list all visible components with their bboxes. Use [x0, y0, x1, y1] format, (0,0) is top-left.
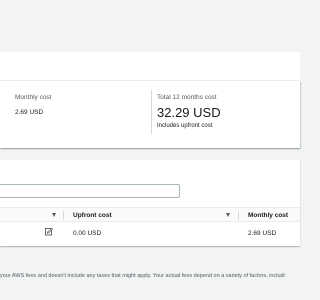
monthly-cost-section: Monthly cost 2.69 USD: [15, 93, 52, 117]
monthly-cost-cell: 2.69 USD: [248, 230, 277, 237]
column-header-monthly-cost[interactable]: Monthly cost: [248, 211, 288, 220]
monthly-cost-label: Monthly cost: [15, 94, 52, 101]
pricing-disclaimer: your AWS fees and doesn't include any ta…: [0, 273, 285, 279]
sort-caret-down-icon[interactable]: [52, 213, 56, 217]
table-row: 0.00 USD 2.69 USD: [0, 222, 300, 244]
total-cost-label: Total 12 months cost: [157, 94, 217, 101]
total-cost-note: Includes upfront cost: [157, 123, 213, 129]
total-cost-value: 32.29 USD: [157, 105, 221, 120]
upfront-cost-cell: 0.00 USD: [73, 230, 102, 237]
total-cost-section: Total 12 months cost 32.29 USD Includes …: [157, 93, 221, 130]
summary-header-band: [0, 52, 300, 81]
column-divider: [151, 90, 152, 134]
column-header-upfront-cost[interactable]: Upfront cost: [73, 211, 112, 220]
filter-input[interactable]: [0, 184, 180, 198]
edit-icon[interactable]: [45, 228, 53, 236]
sort-caret-down-icon[interactable]: [226, 213, 230, 217]
estimate-table-card: Upfront cost Monthly cost 0.00 USD 2.69 …: [0, 160, 300, 246]
column-separator: [238, 211, 239, 220]
table-header: Upfront cost Monthly cost: [0, 207, 300, 222]
column-separator: [63, 211, 64, 220]
monthly-cost-value: 2.69 USD: [15, 109, 44, 116]
cost-summary-card: Monthly cost 2.69 USD Total 12 months co…: [0, 81, 300, 148]
